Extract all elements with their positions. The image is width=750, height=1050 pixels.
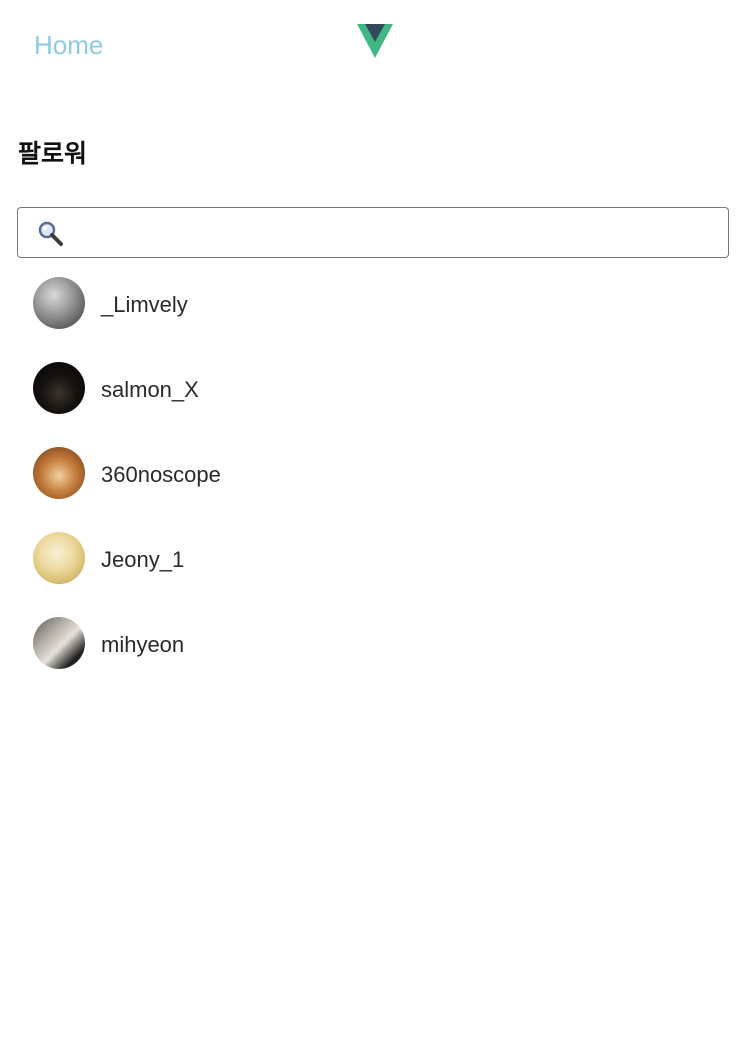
search-input[interactable]	[76, 215, 716, 250]
search-box[interactable]	[17, 207, 729, 258]
username: Jeony_1	[101, 547, 185, 572]
avatar	[33, 362, 85, 414]
page-title: 팔로워	[18, 139, 88, 168]
list-item[interactable]: 360noscope	[0, 435, 750, 520]
username: salmon_X	[101, 377, 199, 402]
list-item[interactable]: _Limvely	[0, 265, 750, 350]
list-item[interactable]: salmon_X	[0, 350, 750, 435]
avatar	[33, 617, 85, 669]
list-item[interactable]: mihyeon	[0, 605, 750, 690]
vue-logo-icon[interactable]	[356, 24, 394, 58]
follower-list: _Limvely salmon_X 360noscope Jeony_1 mih…	[0, 265, 750, 690]
avatar	[33, 447, 85, 499]
username: _Limvely	[101, 292, 188, 317]
header: Home	[0, 0, 750, 90]
avatar	[33, 277, 85, 329]
home-link[interactable]: Home	[34, 28, 103, 62]
avatar	[33, 532, 85, 584]
list-item[interactable]: Jeony_1	[0, 520, 750, 605]
search-icon	[38, 221, 63, 246]
username: mihyeon	[101, 632, 185, 657]
username: 360noscope	[101, 462, 221, 487]
